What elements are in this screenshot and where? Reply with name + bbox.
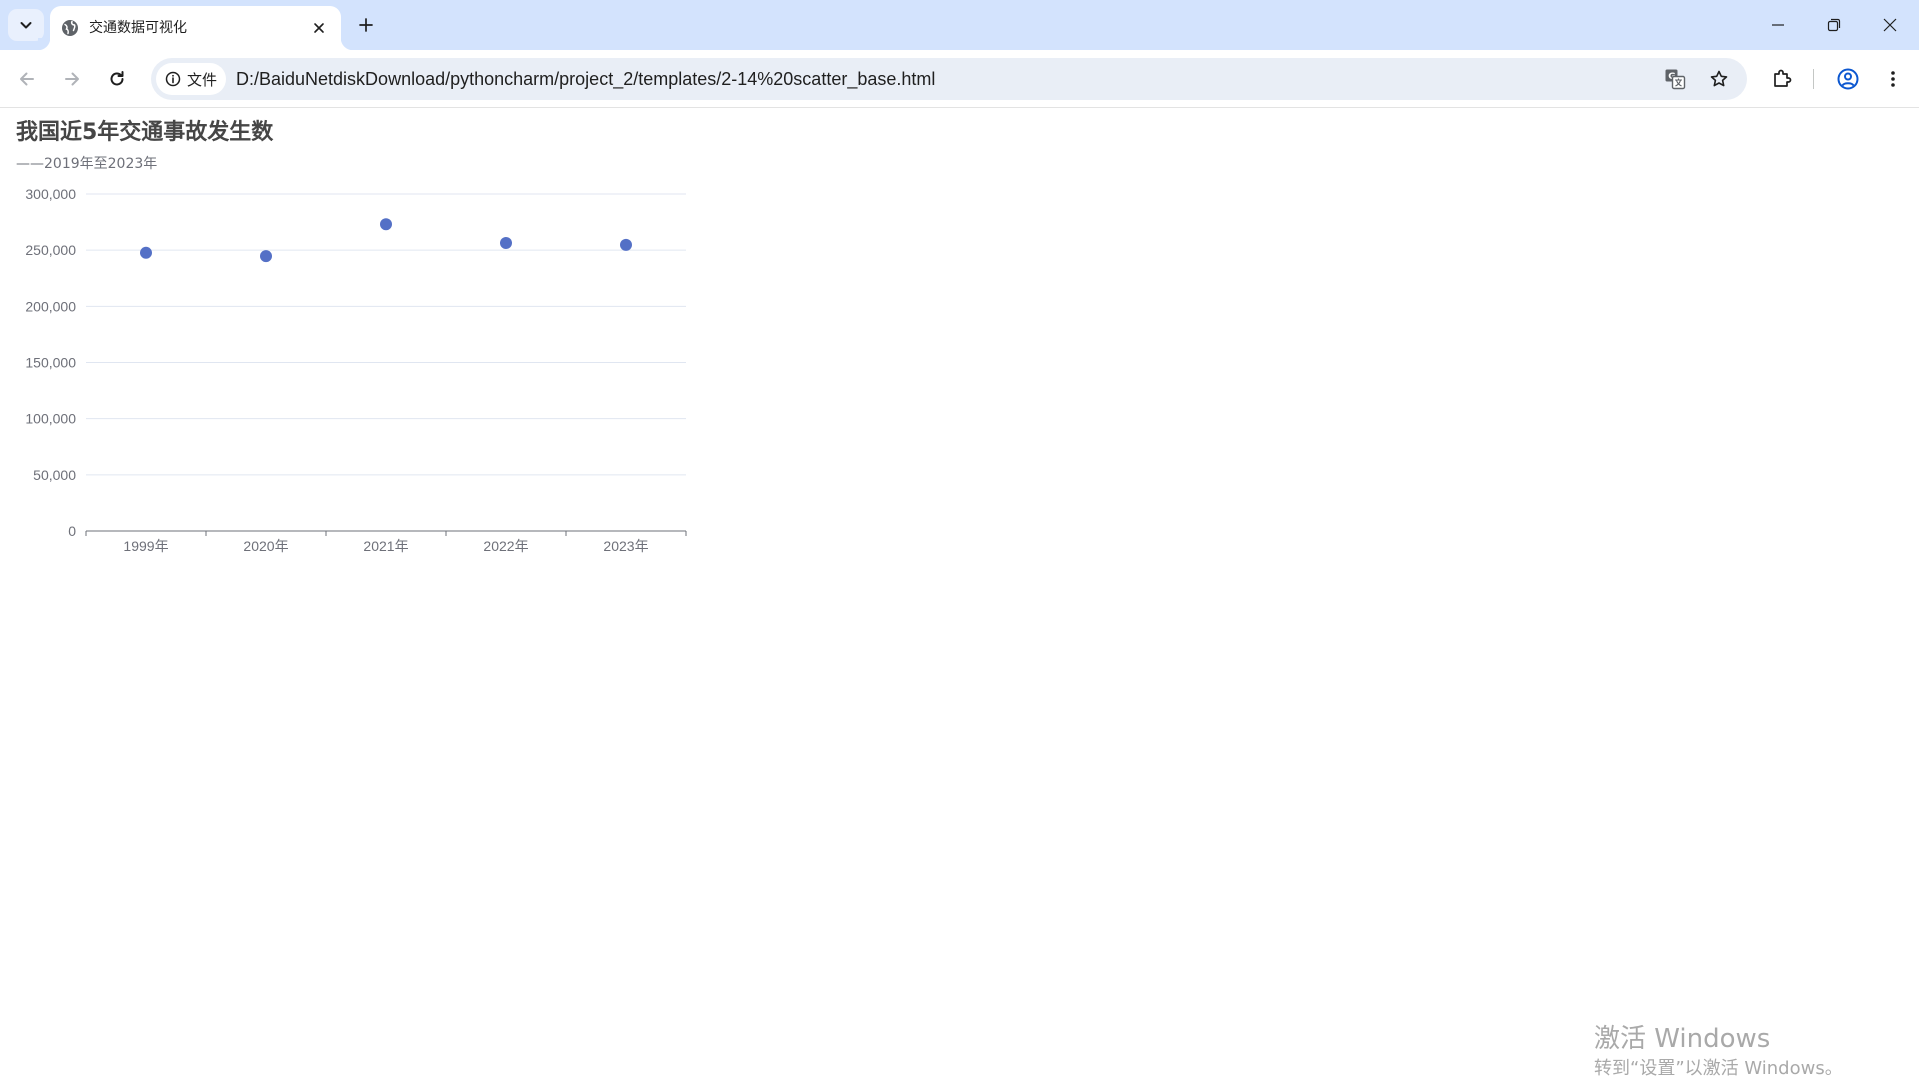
y-tick-label: 300,000 bbox=[25, 186, 76, 202]
extensions-button[interactable] bbox=[1766, 63, 1798, 95]
tab-close-button[interactable] bbox=[309, 18, 329, 38]
y-tick-label: 100,000 bbox=[25, 411, 76, 427]
close-icon bbox=[314, 23, 324, 33]
star-icon bbox=[1710, 70, 1728, 87]
scatter-point bbox=[620, 238, 632, 251]
chevron-down-icon bbox=[20, 22, 32, 29]
y-tick-label: 50,000 bbox=[33, 467, 76, 483]
y-tick-label: 0 bbox=[68, 523, 76, 539]
translate-button[interactable]: G bbox=[1663, 67, 1687, 91]
scatter-point bbox=[380, 218, 392, 231]
scatter-point bbox=[500, 236, 512, 249]
minimize-icon bbox=[1772, 24, 1784, 26]
bookmark-button[interactable] bbox=[1707, 67, 1731, 91]
tab-strip: 交通数据可视化 bbox=[0, 0, 1919, 50]
restore-icon bbox=[1827, 18, 1841, 32]
activation-watermark-title: 激活 Windows bbox=[1594, 1024, 1771, 1054]
tab-title: 交通数据可视化 bbox=[89, 20, 187, 36]
y-tick-label: 150,000 bbox=[25, 355, 76, 371]
scatter-point bbox=[140, 246, 152, 259]
y-tick-label: 200,000 bbox=[25, 298, 76, 314]
puzzle-icon bbox=[1774, 69, 1792, 87]
profile-button[interactable] bbox=[1832, 63, 1864, 95]
browser-toolbar: 文件 D:/BaiduNetdiskDownload/pythoncharm/p… bbox=[0, 50, 1919, 108]
chart-title: 我国近5年交通事故发生数 bbox=[16, 120, 274, 145]
chart-subtitle: ——2019年至2023年 bbox=[16, 156, 158, 172]
plus-icon bbox=[359, 18, 373, 32]
tab-search-button[interactable] bbox=[8, 9, 44, 41]
reload-icon bbox=[110, 71, 124, 86]
globe-icon bbox=[62, 20, 78, 36]
activation-watermark-hint: 转到“设置”以激活 Windows。 bbox=[1594, 1058, 1843, 1079]
site-info-chip[interactable]: 文件 bbox=[156, 63, 226, 95]
site-chip-label: 文件 bbox=[187, 70, 218, 89]
arrow-left-icon bbox=[20, 72, 34, 86]
minimize-button[interactable] bbox=[1750, 0, 1806, 50]
arrow-right-icon bbox=[65, 72, 79, 86]
browser-tab[interactable]: 交通数据可视化 bbox=[38, 6, 353, 50]
restore-button[interactable] bbox=[1806, 0, 1862, 50]
x-tick-label: 2022年 bbox=[483, 538, 528, 554]
url-text[interactable]: D:/BaiduNetdiskDownload/pythoncharm/proj… bbox=[236, 69, 935, 89]
menu-button[interactable] bbox=[1877, 63, 1909, 95]
x-tick-label: 2020年 bbox=[243, 538, 288, 554]
translate-icon: G bbox=[1665, 69, 1686, 90]
account-circle-icon bbox=[1837, 68, 1859, 90]
back-button[interactable] bbox=[11, 63, 43, 95]
page-content: 我国近5年交通事故发生数 ——2019年至2023年 0 50,000 100,00… bbox=[0, 109, 1919, 1079]
y-tick-label: 250,000 bbox=[25, 242, 76, 258]
close-window-button[interactable] bbox=[1862, 0, 1918, 50]
x-tick-label: 2021年 bbox=[363, 538, 408, 554]
toolbar-divider bbox=[1813, 69, 1814, 89]
address-bar[interactable]: 文件 D:/BaiduNetdiskDownload/pythoncharm/p… bbox=[151, 58, 1747, 100]
scatter-point bbox=[260, 250, 272, 263]
new-tab-button[interactable] bbox=[351, 10, 381, 40]
scatter-chart: 0 50,000 100,000 150,000 200,000 250,000 300,0… bbox=[25, 186, 687, 554]
info-icon bbox=[165, 71, 181, 87]
forward-button[interactable] bbox=[56, 63, 88, 95]
more-vert-icon bbox=[1891, 71, 1895, 87]
close-icon bbox=[1883, 18, 1897, 32]
x-tick-label: 2023年 bbox=[603, 538, 648, 554]
reload-button[interactable] bbox=[101, 63, 133, 95]
x-tick-label: 1999年 bbox=[123, 538, 168, 554]
